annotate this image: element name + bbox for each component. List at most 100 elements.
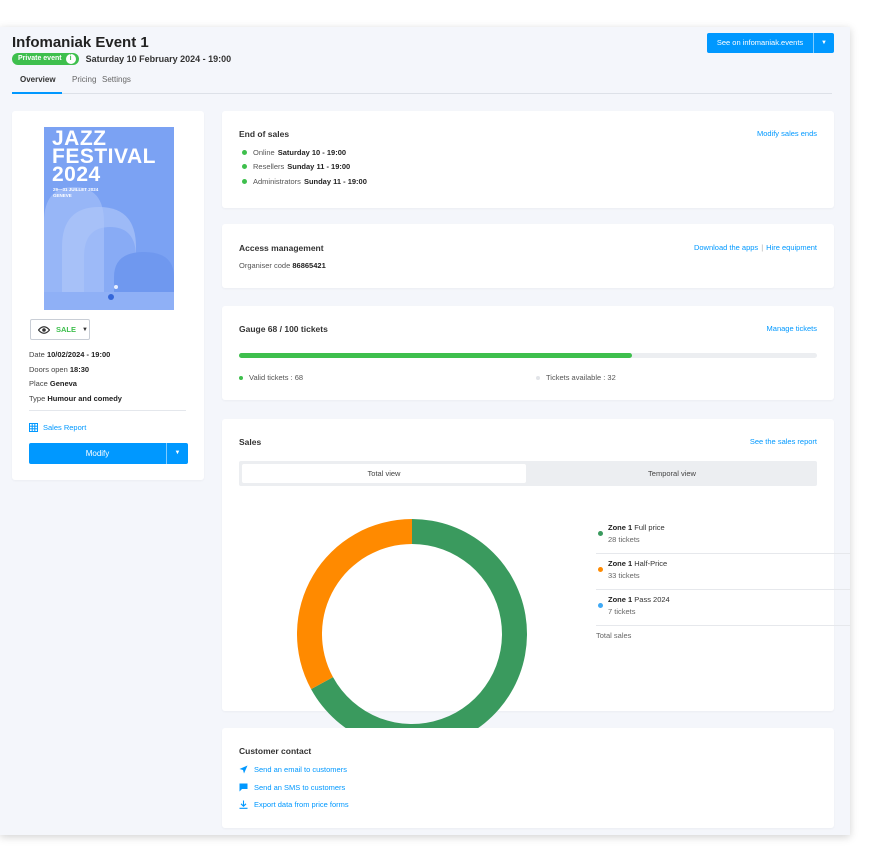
detail-doors-open: Doors open 18:30	[29, 365, 89, 374]
detail-value: Geneva	[49, 379, 77, 388]
export-data-link[interactable]: Export data from price forms	[239, 800, 349, 809]
tab-settings[interactable]: Settings	[102, 75, 131, 84]
modify-sales-ends-link[interactable]: Modify sales ends	[757, 129, 817, 138]
legend-item: Zone 1 Full price 28 tickets	[596, 518, 850, 554]
legend-count: 33 tickets	[608, 571, 640, 580]
private-event-label: Private event	[18, 55, 62, 62]
tab-total-view[interactable]: Total view	[242, 464, 526, 483]
app-window: Infomaniak Event 1 Private event i Satur…	[0, 27, 850, 835]
eye-icon	[38, 325, 50, 334]
sales-title: Sales	[239, 437, 262, 447]
tab-pricing[interactable]: Pricing	[72, 75, 96, 84]
status-dot	[242, 179, 247, 184]
legend-zone: Zone 1	[608, 523, 633, 532]
organiser-code-label: Organiser code	[239, 261, 291, 270]
chevron-down-icon[interactable]: ▼	[167, 443, 188, 464]
send-email-label: Send an email to customers	[254, 765, 347, 774]
gauge-bar	[239, 353, 817, 358]
channel-label: Online	[253, 148, 275, 157]
valid-tickets: Valid tickets : 68	[239, 373, 303, 382]
download-apps-link[interactable]: Download the apps	[694, 243, 758, 252]
poster-subtitle: 29—31 JUILLET 2024 GENEVE	[53, 187, 98, 199]
access-links: Download the apps | Hire equipment	[694, 243, 817, 252]
chevron-down-icon[interactable]: ▼	[814, 33, 834, 53]
channel-date: Sunday 11 - 19:00	[287, 162, 351, 171]
legend-zone: Zone 1	[608, 595, 633, 604]
send-sms-link[interactable]: Send an SMS to customers	[239, 783, 345, 792]
organiser-code-value: 86865421	[292, 261, 326, 270]
end-of-sales-title: End of sales	[239, 129, 290, 139]
send-email-link[interactable]: Send an email to customers	[239, 765, 347, 774]
detail-value: 18:30	[69, 365, 90, 374]
customer-contact-card: Customer contact Send an email to custom…	[222, 728, 834, 828]
chevron-down-icon: ▼	[82, 326, 88, 333]
sales-report-link[interactable]: Sales Report	[29, 423, 86, 432]
event-summary-card: JAZZ FESTIVAL 2024 29—31 JUILLET 2024 GE…	[12, 111, 204, 480]
status-dot	[242, 150, 247, 155]
access-management-card: Access management Organiser code 8686542…	[222, 224, 834, 288]
modify-button[interactable]: Modify ▼	[29, 443, 188, 464]
download-icon	[239, 800, 248, 809]
tab-temporal-view[interactable]: Temporal view	[530, 464, 814, 483]
page-title: Infomaniak Event 1	[12, 34, 149, 51]
donut-slice-zone-1-half-price[interactable]	[297, 519, 412, 690]
end-of-sales-card: End of sales Modify sales ends Online Sa…	[222, 111, 834, 208]
total-sales-label: Total sales	[596, 631, 632, 640]
see-on-infomaniak-button[interactable]: See on infomaniak.events ▼	[707, 33, 834, 53]
status-dropdown[interactable]: SALE ▼	[30, 319, 90, 340]
manage-tickets-link[interactable]: Manage tickets	[767, 324, 817, 333]
detail-label: Doors open	[29, 365, 68, 374]
send-icon	[239, 765, 248, 774]
valid-tickets-label: Valid tickets : 68	[249, 373, 304, 382]
legend-name: Zone 1 Full price	[608, 523, 665, 532]
legend-dot	[598, 603, 603, 608]
detail-date: Date 10/02/2024 - 19:00	[29, 350, 110, 359]
end-of-sales-item: Resellers Sunday 11 - 19:00	[242, 162, 350, 171]
active-tab-indicator	[12, 92, 62, 94]
legend-name: Zone 1 Pass 2024	[608, 595, 670, 604]
legend-price: Full price	[634, 523, 665, 532]
tab-overview[interactable]: Overview	[20, 75, 56, 84]
status-dot	[536, 375, 540, 380]
legend-name: Zone 1 Half-Price	[608, 559, 667, 568]
info-icon[interactable]: i	[65, 54, 76, 64]
detail-type: Type Humour and comedy	[29, 394, 122, 403]
legend-dot	[598, 567, 603, 572]
legend-item: Zone 1 Pass 2024 7 tickets	[596, 590, 850, 626]
detail-label: Place	[29, 379, 48, 388]
channel-label: Administrators	[253, 177, 301, 186]
event-subtitle-row: Private event i Saturday 10 February 202…	[12, 53, 231, 65]
access-management-title: Access management	[239, 243, 324, 253]
legend-item: Zone 1 Half-Price 33 tickets	[596, 554, 850, 590]
gauge-title: Gauge 68 / 100 tickets	[239, 324, 328, 334]
poster-title: JAZZ FESTIVAL 2024	[52, 128, 156, 186]
channel-date: Sunday 11 - 19:00	[303, 177, 367, 186]
see-sales-report-link[interactable]: See the sales report	[750, 437, 817, 446]
detail-value: 10/02/2024 - 19:00	[46, 350, 111, 359]
legend-count: 28 tickets	[608, 535, 640, 544]
poster-line-3: 2024	[52, 163, 101, 186]
tickets-available-label: Tickets available : 32	[546, 373, 616, 382]
report-icon	[29, 423, 38, 432]
end-of-sales-item: Administrators Sunday 11 - 19:00	[242, 177, 367, 186]
sales-card: Sales See the sales report Total view Te…	[222, 419, 850, 749]
modify-label: Modify	[85, 449, 110, 458]
organiser-code: Organiser code 86865421	[239, 261, 326, 270]
send-sms-label: Send an SMS to customers	[254, 783, 346, 792]
tickets-available: Tickets available : 32	[536, 373, 616, 382]
hire-equipment-link[interactable]: Hire equipment	[766, 243, 817, 252]
private-event-badge[interactable]: Private event i	[12, 53, 79, 65]
legend-zone: Zone 1	[608, 559, 633, 568]
chat-icon	[239, 783, 248, 792]
legend-dot	[598, 531, 603, 536]
divider	[29, 410, 186, 411]
sales-donut-chart	[297, 519, 527, 749]
detail-value: Humour and comedy	[47, 394, 122, 403]
see-on-infomaniak-label: See on infomaniak.events	[716, 38, 804, 47]
detail-label: Type	[29, 394, 46, 403]
legend-price: Half-Price	[634, 559, 668, 568]
detail-label: Date	[29, 350, 45, 359]
channel-date: Saturday 10 - 19:00	[277, 148, 347, 157]
status-dot	[239, 375, 243, 380]
status-dot	[242, 164, 247, 169]
